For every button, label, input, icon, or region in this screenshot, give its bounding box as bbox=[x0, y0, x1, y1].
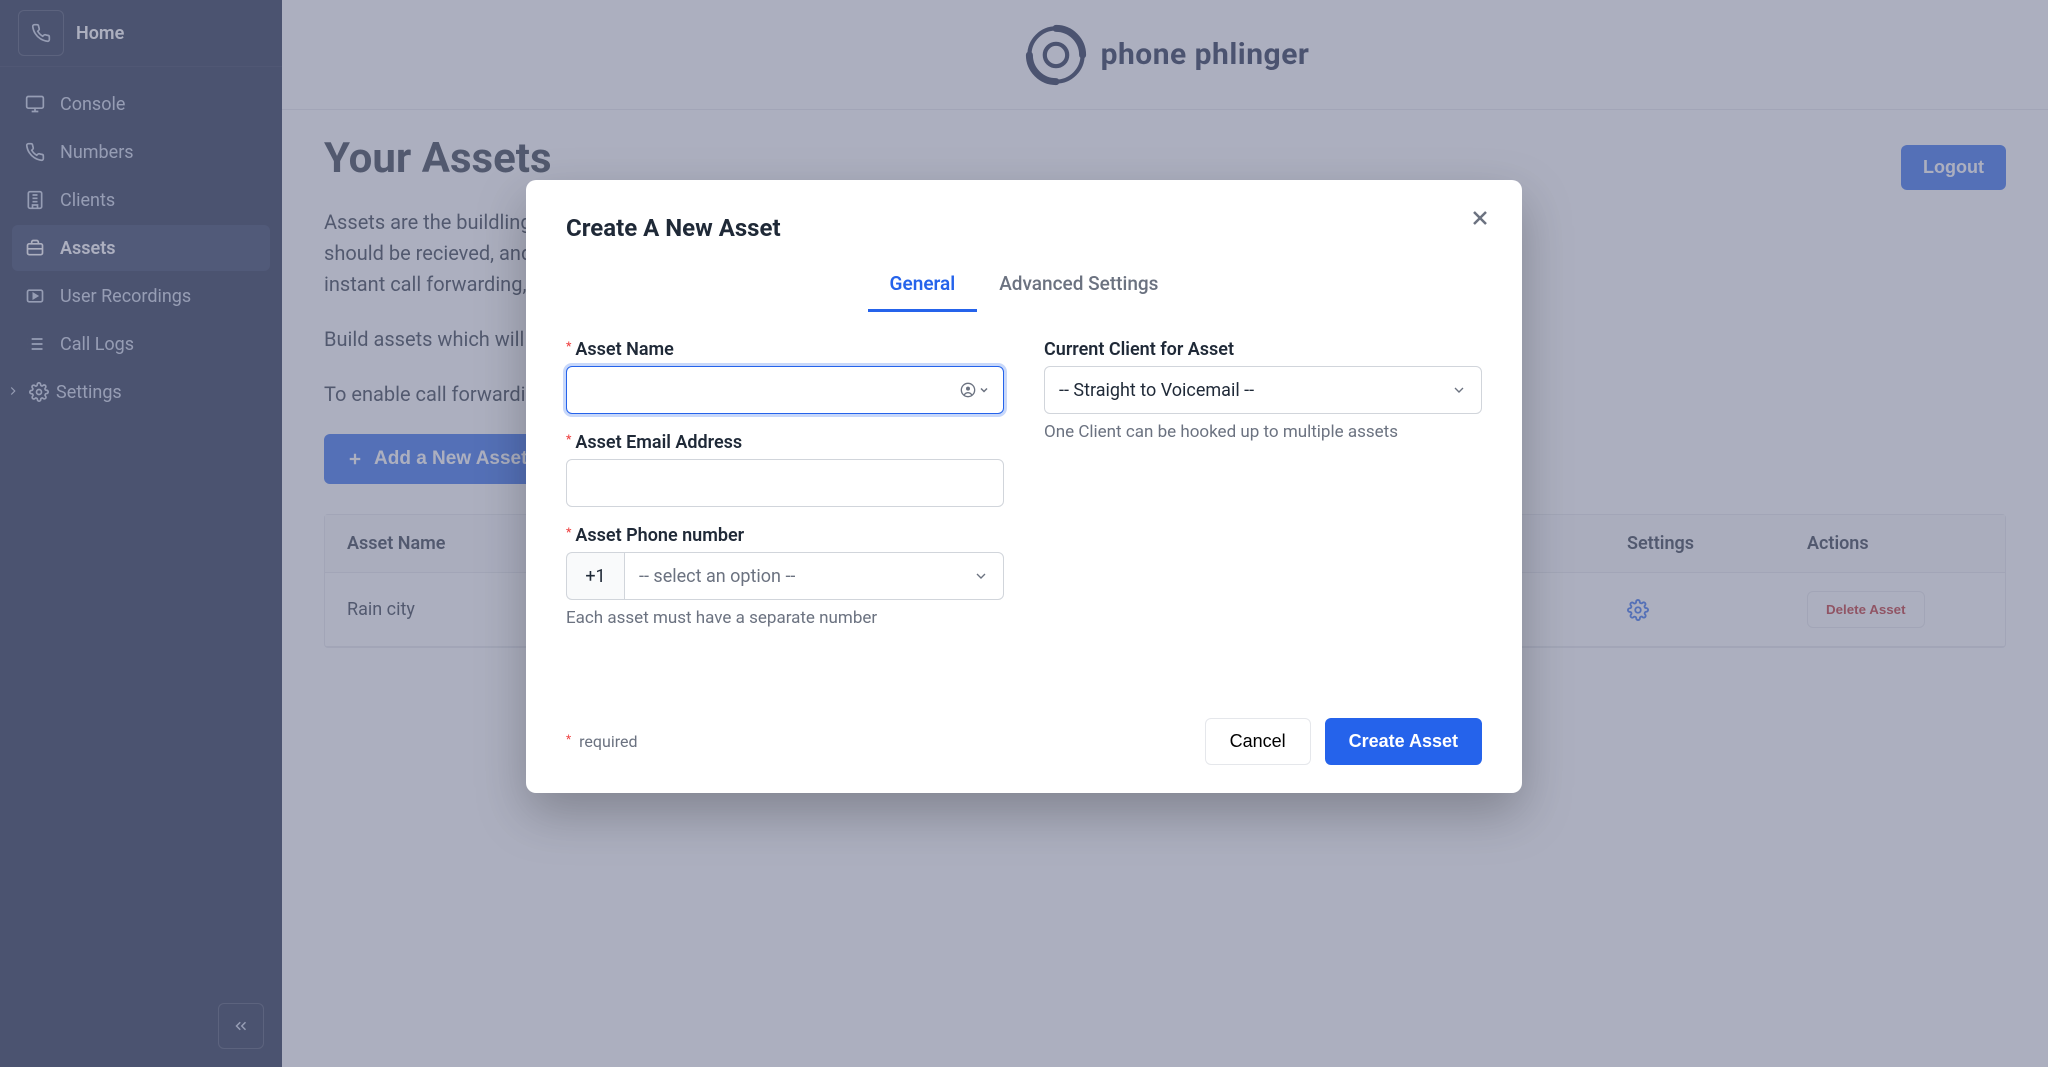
modal-col-left: *Asset Name *Asset Email Address *Asset bbox=[566, 339, 1004, 628]
phone-help-text: Each asset must have a separate number bbox=[566, 608, 1004, 628]
modal-footer: * required Cancel Create Asset bbox=[566, 718, 1482, 765]
asset-phone-label: * Asset Phone number bbox=[566, 525, 1004, 546]
phone-select-row: +1 -- select an option -- bbox=[566, 552, 1004, 600]
chevron-down-icon bbox=[978, 384, 990, 396]
footer-actions: Cancel Create Asset bbox=[1205, 718, 1482, 765]
cancel-button[interactable]: Cancel bbox=[1205, 718, 1311, 765]
asset-name-label: * Asset Name bbox=[566, 339, 1004, 360]
field-current-client: Current Client for Asset -- Straight to … bbox=[1044, 339, 1482, 442]
field-asset-email: * Asset Email Address bbox=[566, 432, 1004, 507]
modal-overlay[interactable]: Create A New Asset General Advanced Sett… bbox=[0, 0, 2048, 1067]
asset-phone-label-text: Asset Phone number bbox=[575, 525, 744, 546]
required-note-text: required bbox=[579, 732, 637, 751]
client-help-text: One Client can be hooked up to multiple … bbox=[1044, 422, 1482, 442]
chevron-down-icon bbox=[973, 568, 989, 584]
asset-phone-select[interactable]: -- select an option -- bbox=[624, 552, 1004, 600]
chevron-down-icon bbox=[1451, 382, 1467, 398]
required-star: * bbox=[566, 525, 571, 539]
modal-col-right: Current Client for Asset -- Straight to … bbox=[1044, 339, 1482, 628]
asset-name-input-wrap bbox=[566, 366, 1004, 414]
required-star: * bbox=[566, 432, 571, 446]
asset-name-label-text: Asset Name bbox=[575, 339, 673, 360]
asset-email-label: * Asset Email Address bbox=[566, 432, 1004, 453]
modal-title: Create A New Asset bbox=[566, 214, 1482, 242]
modal-close-button[interactable] bbox=[1468, 206, 1492, 230]
client-select[interactable]: -- Straight to Voicemail -- bbox=[1044, 366, 1482, 414]
client-label: Current Client for Asset bbox=[1044, 339, 1482, 360]
phone-select-placeholder: -- select an option -- bbox=[639, 566, 795, 587]
phone-country-code: +1 bbox=[566, 552, 624, 600]
required-note: * required bbox=[566, 732, 637, 751]
asset-email-label-text: Asset Email Address bbox=[575, 432, 742, 453]
input-suffix[interactable] bbox=[960, 382, 990, 398]
modal-tabs: General Advanced Settings bbox=[566, 262, 1482, 313]
client-selected-value: -- Straight to Voicemail -- bbox=[1059, 380, 1254, 401]
tab-advanced[interactable]: Advanced Settings bbox=[977, 262, 1180, 312]
required-star: * bbox=[566, 732, 571, 746]
asset-name-input[interactable] bbox=[566, 366, 1004, 414]
asset-email-input[interactable] bbox=[566, 459, 1004, 507]
user-circle-icon bbox=[960, 382, 976, 398]
create-asset-modal: Create A New Asset General Advanced Sett… bbox=[526, 180, 1522, 793]
close-icon bbox=[1468, 206, 1492, 230]
modal-body: *Asset Name *Asset Email Address *Asset bbox=[566, 339, 1482, 628]
required-star: * bbox=[566, 339, 571, 353]
create-asset-button[interactable]: Create Asset bbox=[1325, 718, 1482, 765]
tab-general[interactable]: General bbox=[868, 262, 978, 312]
field-asset-name: * Asset Name bbox=[566, 339, 1004, 414]
field-asset-phone: * Asset Phone number +1 -- select an opti… bbox=[566, 525, 1004, 628]
